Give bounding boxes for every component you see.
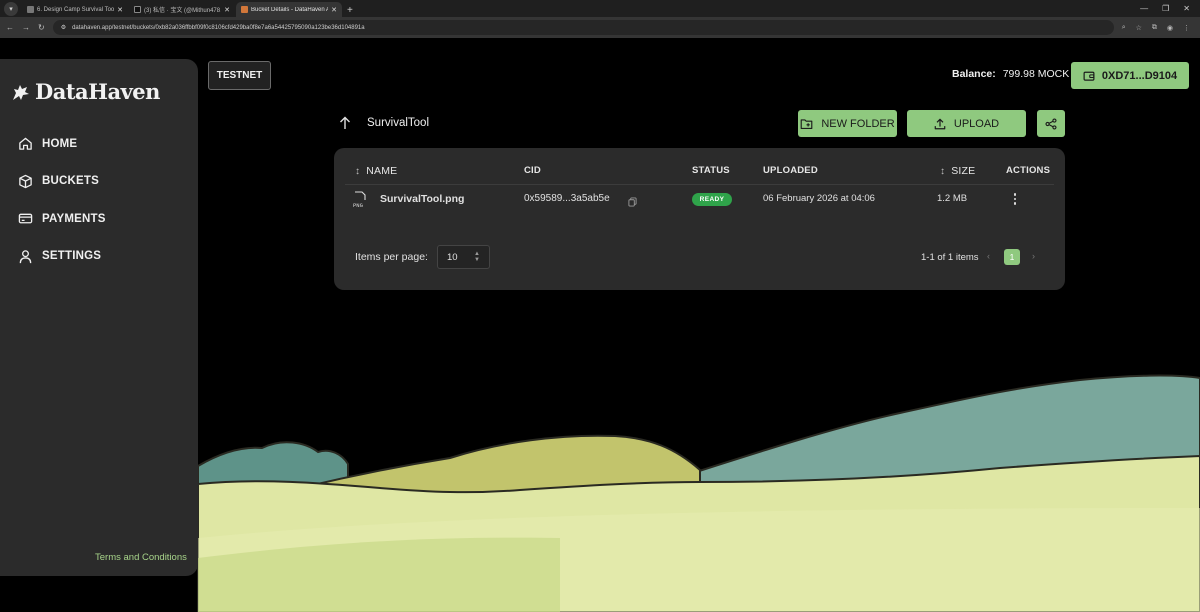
browser-toolbar: ← → ↻ ⚙ datahaven.app/testnet/buckets/0x…	[0, 17, 1200, 38]
site-info-icon[interactable]: ⚙	[61, 24, 66, 31]
row-actions-menu-icon[interactable]	[1011, 191, 1019, 207]
column-header-uploaded: UPLOADED	[763, 165, 818, 176]
tab-search-button[interactable]: ▾	[4, 2, 18, 16]
browser-tab-1[interactable]: 6. Design Camp Survival Tool ✍️ ✕	[22, 2, 128, 17]
balance-display: Balance: 799.98 MOCK	[952, 68, 1069, 80]
wallet-button[interactable]: 0XD71...D9104	[1071, 62, 1189, 89]
column-header-cid: CID	[524, 165, 541, 176]
new-tab-icon[interactable]: +	[347, 5, 353, 16]
tab-title: 6. Design Camp Survival Tool ✍️	[37, 7, 115, 13]
header-divider	[345, 184, 1054, 185]
browser-tab-2[interactable]: (3) 私信 · 宝文 (@Mithun478… ✕	[129, 2, 235, 17]
status-badge: READY	[692, 193, 732, 206]
reload-icon[interactable]: ↻	[38, 23, 45, 32]
column-header-name[interactable]: ↕ NAME	[355, 165, 397, 177]
file-uploaded-date: 06 February 2026 at 04:06	[763, 193, 875, 204]
dragon-logo-icon	[13, 84, 29, 100]
page-button-current[interactable]: 1	[1004, 249, 1020, 265]
tab-close-icon[interactable]: ✕	[331, 6, 337, 14]
items-per-page-select[interactable]: 10 ▲ ▼	[437, 245, 490, 269]
current-folder-name: SurvivalTool	[367, 117, 429, 129]
arrow-up-icon	[340, 116, 350, 129]
upload-button[interactable]: UPLOAD	[907, 110, 1026, 137]
next-page-icon[interactable]: ›	[1032, 251, 1035, 261]
new-folder-label: NEW FOLDER	[821, 117, 895, 130]
forward-icon[interactable]: →	[22, 23, 30, 32]
zoom-icon[interactable]: ⌕	[1122, 24, 1126, 32]
folder-plus-icon	[800, 118, 813, 129]
credit-card-icon	[18, 213, 33, 224]
sort-icon: ↕	[355, 166, 361, 177]
sidebar-item-label: BUCKETS	[42, 175, 99, 188]
chevron-up-down-icon: ▲ ▼	[474, 251, 480, 263]
browser-tabbar: ▾ 6. Design Camp Survival Tool ✍️ ✕ (3) …	[0, 0, 1200, 17]
sidebar-item-label: SETTINGS	[42, 250, 102, 263]
sidebar-item-home[interactable]: HOME	[18, 125, 106, 163]
close-window-icon[interactable]: ✕	[1183, 4, 1190, 13]
file-cid: 0x59589...3a5ab5e	[524, 193, 610, 204]
tab-title: (3) 私信 · 宝文 (@Mithun478…	[144, 8, 222, 14]
tab-close-icon[interactable]: ✕	[117, 6, 123, 14]
upload-icon	[934, 118, 946, 129]
logo-text: DataHaven	[35, 79, 160, 104]
address-bar[interactable]: ⚙ datahaven.app/testnet/buckets/0xb82a03…	[52, 20, 1114, 35]
tab-favicon-icon	[134, 6, 141, 13]
tab-favicon-icon	[27, 6, 34, 13]
share-icon	[1045, 117, 1057, 130]
file-type-icon: PNG	[353, 191, 367, 211]
sidebar-item-settings[interactable]: SETTINGS	[18, 238, 106, 276]
balance-label: Balance:	[952, 68, 996, 80]
file-type-label: PNG	[353, 202, 363, 208]
sidebar-item-label: HOME	[42, 137, 78, 150]
column-header-actions: ACTIONS	[1006, 165, 1051, 176]
cube-icon	[19, 174, 32, 188]
wallet-address: 0XD71...D9104	[1101, 69, 1178, 82]
wallet-icon	[1083, 71, 1095, 81]
items-per-page-label: Items per page:	[355, 251, 428, 263]
bookmark-star-icon[interactable]: ☆	[1136, 24, 1142, 32]
sidebar-item-buckets[interactable]: BUCKETS	[18, 163, 106, 201]
upload-label: UPLOAD	[953, 117, 1000, 130]
address-url: datahaven.app/testnet/buckets/0xb82a036f…	[72, 24, 365, 31]
tab-favicon-icon	[241, 6, 248, 13]
copy-icon[interactable]	[628, 194, 637, 212]
extensions-icon[interactable]: ⧉	[1152, 24, 1157, 32]
back-icon[interactable]: ←	[6, 23, 14, 32]
home-icon	[19, 137, 32, 151]
user-icon	[19, 249, 32, 263]
network-button[interactable]: TESTNET	[208, 61, 271, 90]
sidebar-nav: HOME BUCKETS PAYMENTS SETTINGS	[18, 125, 106, 275]
parent-folder-button[interactable]	[339, 116, 351, 130]
column-header-size[interactable]: ↕ SIZE	[940, 165, 975, 177]
column-header-status: STATUS	[692, 165, 730, 176]
terms-link[interactable]: Terms and Conditions	[95, 552, 187, 563]
prev-page-icon[interactable]: ‹	[987, 251, 990, 261]
tab-title: Bucket Details - DataHaven App	[251, 6, 329, 13]
minimize-icon[interactable]: —	[1140, 4, 1148, 13]
profile-icon[interactable]: ◉	[1167, 24, 1173, 32]
browser-menu-icon[interactable]: ⋮	[1183, 24, 1190, 32]
maximize-icon[interactable]: ❐	[1162, 4, 1169, 13]
sidebar-item-label: PAYMENTS	[42, 212, 106, 225]
sidebar-item-payments[interactable]: PAYMENTS	[18, 200, 106, 238]
tab-close-icon[interactable]: ✕	[224, 6, 230, 14]
file-size: 1.2 MB	[937, 193, 968, 204]
share-button[interactable]	[1037, 110, 1065, 137]
file-name-link[interactable]: SurvivalTool.png	[380, 193, 464, 205]
new-folder-button[interactable]: NEW FOLDER	[798, 110, 897, 137]
pagination-range: 1-1 of 1 items	[921, 252, 979, 263]
sort-icon: ↕	[940, 166, 946, 177]
items-per-page-value: 10	[447, 251, 458, 263]
toolbar-actions: ⌕ ☆ ⧉ ◉ ⋮	[1122, 24, 1194, 32]
browser-tab-3[interactable]: Bucket Details - DataHaven App ✕	[236, 2, 342, 17]
datahaven-logo[interactable]: DataHaven	[11, 79, 160, 104]
window-controls: — ❐ ✕	[1140, 4, 1200, 13]
balance-value: 799.98 MOCK	[1002, 68, 1070, 80]
